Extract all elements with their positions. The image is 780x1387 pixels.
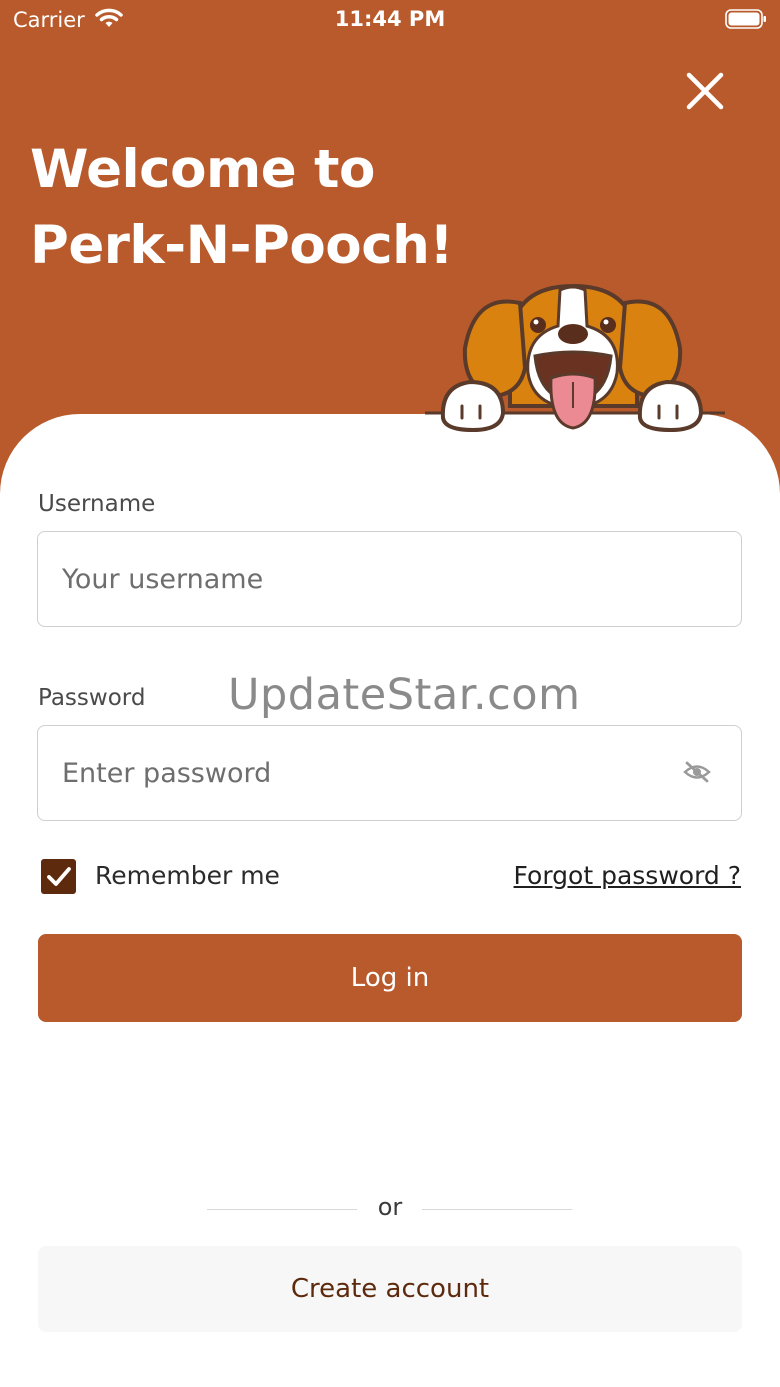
login-button[interactable]: Log in <box>38 934 742 1022</box>
title-line-2: Perk-N-Pooch! <box>30 215 454 276</box>
checkmark-icon <box>47 867 71 886</box>
username-label: Username <box>38 491 156 517</box>
welcome-title: Welcome to Perk-N-Pooch! <box>30 132 454 284</box>
login-button-label: Log in <box>350 963 430 993</box>
create-account-label: Create account <box>290 1274 490 1304</box>
remember-me-label[interactable]: Remember me <box>95 861 280 890</box>
status-bar: Carrier 11:44 PM <box>0 0 780 40</box>
divider-right <box>422 1209 572 1210</box>
password-input[interactable] <box>60 726 664 821</box>
remember-checkbox[interactable] <box>41 859 76 894</box>
title-line-1: Welcome to <box>30 139 375 200</box>
close-icon <box>686 72 724 110</box>
battery-icon <box>725 9 766 29</box>
dog-mascot-icon <box>425 283 725 433</box>
username-input[interactable] <box>60 532 664 627</box>
forgot-password-link[interactable]: Forgot password ? <box>514 861 741 890</box>
eye-off-icon[interactable] <box>683 760 711 784</box>
create-account-button[interactable]: Create account <box>38 1246 742 1332</box>
or-label: or <box>377 1193 403 1221</box>
password-field <box>37 725 742 821</box>
password-label: Password <box>38 685 146 711</box>
username-field <box>37 531 742 627</box>
close-button[interactable] <box>684 70 726 112</box>
watermark-text: UpdateStar.com <box>228 670 581 720</box>
clock: 11:44 PM <box>334 7 446 31</box>
